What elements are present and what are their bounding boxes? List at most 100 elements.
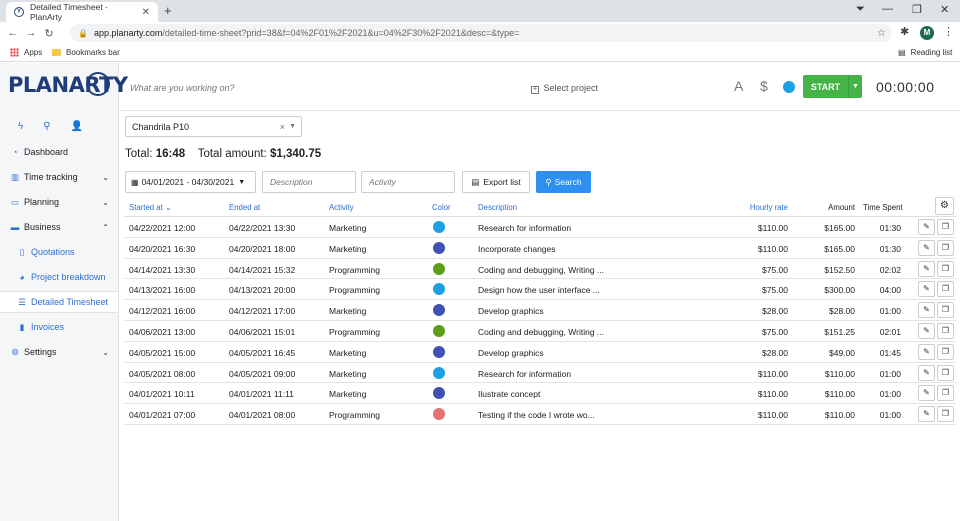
color-picker[interactable] <box>783 81 795 93</box>
duplicate-copy-icon[interactable]: ❐ <box>937 385 954 402</box>
sidebar-item-business[interactable]: ▬ Business ⌃ <box>0 216 118 238</box>
description-filter-input[interactable] <box>262 171 356 193</box>
duplicate-copy-icon[interactable]: ❐ <box>937 260 954 277</box>
hourly-rate-cell: $28.00 <box>762 347 788 358</box>
browser-tab[interactable]: Y Detailed Timesheet - PlanArty ✕ <box>6 2 158 22</box>
sidebar-item-time-tracking[interactable]: ▥ Time tracking ⌄ <box>0 166 118 188</box>
header-activity[interactable]: Activity <box>329 203 354 212</box>
color-dot <box>433 241 445 254</box>
duplicate-copy-icon[interactable]: ❐ <box>937 281 954 298</box>
duplicate-copy-icon[interactable]: ❐ <box>937 302 954 319</box>
color-dot <box>433 324 445 337</box>
description-cell: Ilustrate concept <box>478 389 541 400</box>
header-color[interactable]: Color <box>432 203 451 212</box>
search-button[interactable]: ⚲ Search <box>536 171 591 193</box>
select-project-label: Select project <box>543 83 599 93</box>
new-tab-icon[interactable]: + <box>164 3 172 18</box>
activity-toggle[interactable]: A <box>734 78 743 94</box>
lightning-icon[interactable]: ϟ <box>18 121 23 132</box>
duplicate-copy-icon[interactable]: ❐ <box>937 364 954 381</box>
sidebar-item-quotations[interactable]: ▯ Quotations <box>0 241 118 263</box>
start-button[interactable]: START ▼ <box>803 75 862 98</box>
sidebar-item-detailed-timesheet[interactable]: ☰ Detailed Timesheet <box>0 291 118 313</box>
edit-pencil-icon[interactable]: ✎ <box>918 302 935 319</box>
bookmarks-folder[interactable]: Bookmarks bar <box>52 48 120 57</box>
activity-cell: Marketing <box>329 389 367 400</box>
calendar-icon: ▦ <box>131 177 139 187</box>
chevron-down-icon[interactable]: ▼ <box>289 123 296 130</box>
invoice-icon: ▮ <box>19 321 25 332</box>
url-field[interactable]: 🔒 app.planarty.com /detailed-time-sheet?… <box>70 24 892 42</box>
tab-search-icon[interactable]: ⏷ <box>856 3 865 16</box>
edit-pencil-icon[interactable]: ✎ <box>918 239 935 256</box>
bookmarks-bar: Apps Bookmarks bar ▤ Reading list <box>0 44 960 62</box>
edit-pencil-icon[interactable]: ✎ <box>918 281 935 298</box>
maximize-icon[interactable]: ❐ <box>912 3 922 16</box>
time-spent-cell: 01:30 <box>879 243 901 254</box>
color-dot <box>433 345 445 358</box>
back-icon[interactable]: ← <box>4 27 22 39</box>
activity-cell: Programming <box>329 285 381 296</box>
tab-title: Detailed Timesheet - PlanArty <box>29 2 108 22</box>
table-row: 04/13/2021 16:00 04/13/2021 20:00 Programm… <box>124 279 956 301</box>
hourly-rate-cell: $110.00 <box>757 389 788 400</box>
minimize-icon[interactable]: — <box>882 3 893 15</box>
extensions-icon[interactable]: ✱ <box>900 25 909 38</box>
sidebar-item-label: Planning <box>24 197 60 207</box>
duplicate-copy-icon[interactable]: ❐ <box>937 219 954 235</box>
forward-icon[interactable]: → <box>22 27 40 39</box>
duplicate-copy-icon[interactable]: ❐ <box>937 239 954 256</box>
select-project-button[interactable]: + Select project <box>531 83 598 94</box>
billable-toggle[interactable]: $ <box>760 78 768 94</box>
edit-pencil-icon[interactable]: ✎ <box>918 343 935 360</box>
activity-cell: Marketing <box>329 223 367 233</box>
duplicate-copy-icon[interactable]: ❐ <box>937 322 954 339</box>
hourly-rate-cell: $28.00 <box>762 306 788 317</box>
reading-list[interactable]: ▤ Reading list <box>898 48 952 57</box>
edit-pencil-icon[interactable]: ✎ <box>918 219 935 235</box>
table-row: 04/22/2021 12:00 04/22/2021 13:30 Marketin… <box>124 217 956 238</box>
sidebar-item-planning[interactable]: ▭ Planning ⌄ <box>0 191 118 213</box>
edit-pencil-icon[interactable]: ✎ <box>918 322 935 339</box>
edit-pencil-icon[interactable]: ✎ <box>918 260 935 277</box>
edit-pencil-icon[interactable]: ✎ <box>918 406 935 423</box>
duplicate-copy-icon[interactable]: ❐ <box>937 406 954 423</box>
sidebar-item-label: Invoices <box>31 322 65 332</box>
edit-pencil-icon[interactable]: ✎ <box>918 385 935 402</box>
edit-pencil-icon[interactable]: ✎ <box>918 364 935 381</box>
close-window-icon[interactable]: ✕ <box>940 3 949 16</box>
profile-avatar[interactable]: M <box>920 26 934 40</box>
duplicate-copy-icon[interactable]: ❐ <box>937 343 954 360</box>
task-input[interactable]: What are you working on? <box>130 83 235 93</box>
export-list-button[interactable]: ▤ Export list <box>462 171 530 193</box>
sidebar-item-project-breakdown[interactable]: ◕ Project breakdown <box>0 266 118 288</box>
sidebar-item-label: Business <box>24 222 61 232</box>
chevron-down-icon[interactable]: ▼ <box>848 75 862 98</box>
sidebar-item-settings[interactable]: ⚙ Settings ⌄ <box>0 341 118 363</box>
color-dot <box>433 221 445 233</box>
amount-cell: $151.25 <box>824 326 855 337</box>
add-user-icon[interactable]: 👤 <box>71 121 83 132</box>
search-label: Search <box>554 177 582 187</box>
header-started-at[interactable]: Started at ⌄ <box>129 203 172 212</box>
menu-kebab-icon[interactable]: ⋮ <box>943 25 954 38</box>
bookmark-star-icon[interactable]: ☆ <box>877 28 886 39</box>
apps-bookmark[interactable]: Apps <box>10 48 42 57</box>
project-select[interactable]: Chandrila P10 × ▼ <box>125 116 302 137</box>
activity-filter-input[interactable] <box>361 171 455 193</box>
header-ended-at[interactable]: Ended at <box>229 203 260 212</box>
time-spent-cell: 01:00 <box>879 368 901 379</box>
total-amount-label: Total amount: <box>197 148 267 160</box>
date-range-picker[interactable]: ▦ 04/01/2021 - 04/30/2021 ▼ <box>125 171 256 193</box>
close-tab-icon[interactable]: ✕ <box>142 7 150 18</box>
started-cell: 04/05/2021 08:00 <box>129 368 196 379</box>
clear-icon[interactable]: × <box>280 122 285 132</box>
header-hourly-rate[interactable]: Hourly rate <box>724 203 788 212</box>
header-description[interactable]: Description <box>478 203 517 212</box>
sidebar-item-label: Time tracking <box>24 172 78 182</box>
sidebar-item-dashboard[interactable]: ◔ Dashboard <box>0 141 118 163</box>
sidebar-item-invoices[interactable]: ▮ Invoices <box>0 316 118 338</box>
reload-icon[interactable]: ↻ <box>40 27 58 40</box>
search-icon[interactable]: ⚲ <box>43 121 50 132</box>
total-time: 16:48 <box>155 148 186 160</box>
